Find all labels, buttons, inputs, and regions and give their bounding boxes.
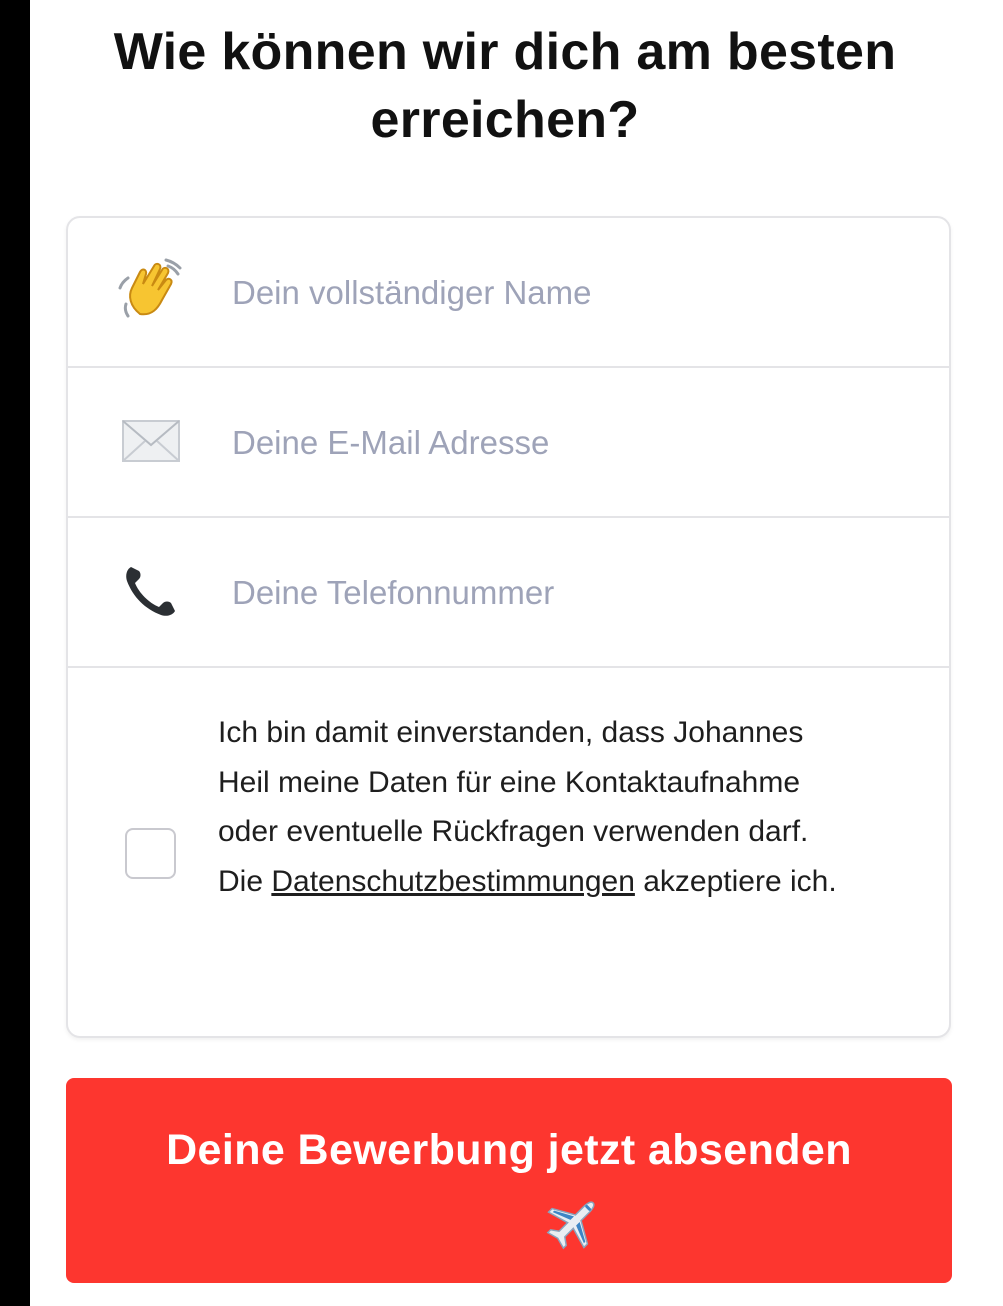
consent-text-after: akzeptiere ich. [643, 864, 837, 898]
full-name-input[interactable] [232, 258, 912, 328]
name-row [68, 218, 949, 368]
contact-form-card: Ich bin damit einverstanden, dass Johann… [66, 216, 951, 1038]
submit-application-button[interactable]: Deine Bewerbung jetzt absenden [66, 1078, 952, 1283]
phone-row [68, 518, 949, 668]
consent-text: Ich bin damit einverstanden, dass Johann… [218, 708, 858, 906]
consent-section: Ich bin damit einverstanden, dass Johann… [68, 668, 949, 1036]
waving-hand-icon [116, 258, 186, 324]
email-input[interactable] [232, 408, 912, 478]
phone-input[interactable] [232, 558, 912, 628]
envelope-icon [116, 408, 186, 474]
submit-button-label: Deine Bewerbung jetzt absenden [166, 1126, 852, 1174]
privacy-policy-link[interactable]: Datenschutzbestimmungen [271, 865, 635, 898]
email-row [68, 368, 949, 518]
airplane-icon [544, 1192, 604, 1252]
telephone-icon [116, 558, 186, 624]
page-title: Wie können wir dich am besten erreichen? [113, 23, 897, 149]
consent-checkbox[interactable] [125, 828, 176, 879]
